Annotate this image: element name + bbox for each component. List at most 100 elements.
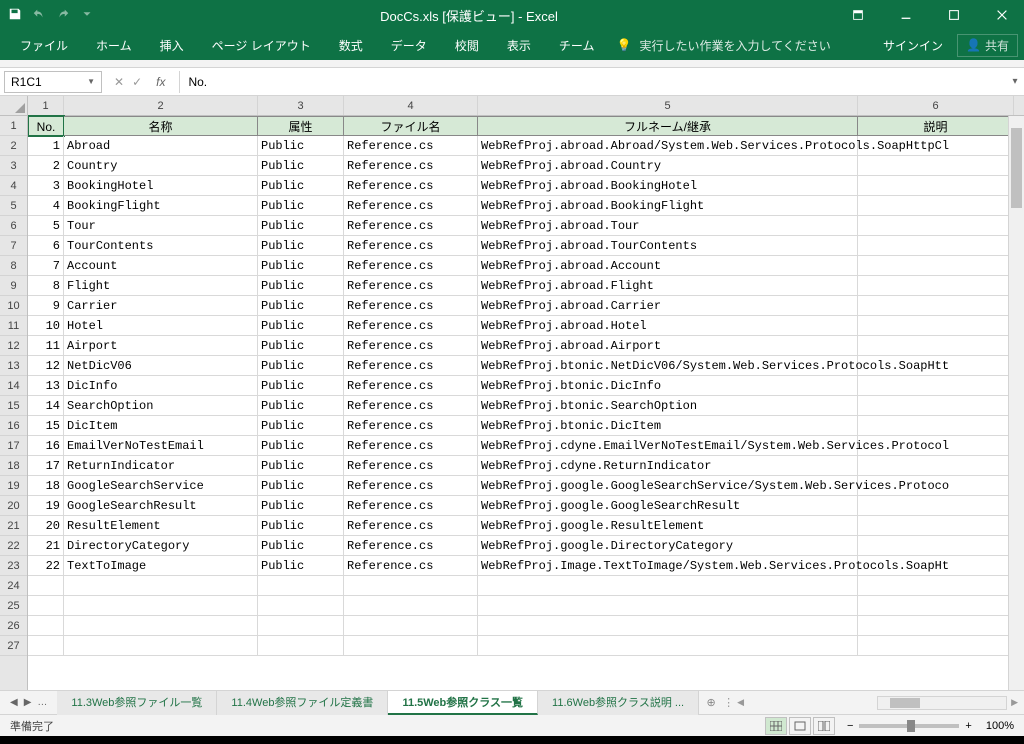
row-header[interactable]: 23 [0,556,27,576]
row-header[interactable]: 5 [0,196,27,216]
scrollbar-thumb[interactable] [890,698,920,708]
cell[interactable]: DirectoryCategory [64,536,258,556]
cell[interactable] [858,356,1014,376]
cell[interactable]: WebRefProj.Image.TextToImage/System.Web.… [478,556,858,576]
cell[interactable]: NetDicV06 [64,356,258,376]
cell[interactable]: WebRefProj.google.DirectoryCategory [478,536,858,556]
cell[interactable]: 10 [28,316,64,336]
cell[interactable]: DicItem [64,416,258,436]
cell[interactable]: 11 [28,336,64,356]
cell[interactable]: WebRefProj.abroad.Tour [478,216,858,236]
cell[interactable]: 8 [28,276,64,296]
cell[interactable] [478,616,858,636]
cell[interactable]: Reference.cs [344,456,478,476]
nav-first-icon[interactable]: ◀ [10,697,18,708]
qat-customize-icon[interactable] [80,7,94,24]
column-header[interactable]: 1 [28,96,64,115]
vertical-scrollbar[interactable] [1008,116,1024,690]
maximize-icon[interactable] [932,0,976,30]
cell[interactable] [858,276,1014,296]
cell[interactable] [478,576,858,596]
name-box[interactable]: R1C1 ▼ [4,71,102,93]
cell[interactable] [258,596,344,616]
ribbon-tab[interactable]: 校閲 [441,30,493,60]
row-header[interactable]: 20 [0,496,27,516]
cell[interactable] [64,636,258,656]
cell[interactable]: Public [258,556,344,576]
ribbon-tab[interactable]: ファイル [6,30,82,60]
row-header[interactable]: 1 [0,116,27,136]
cell[interactable]: TextToImage [64,556,258,576]
cell[interactable] [858,516,1014,536]
cell[interactable]: Public [258,316,344,336]
cell[interactable]: Reference.cs [344,496,478,516]
cell[interactable]: Abroad [64,136,258,156]
row-header[interactable]: 6 [0,216,27,236]
ribbon-tab[interactable]: 挿入 [146,30,198,60]
table-header-cell[interactable]: ファイル名 [344,116,478,136]
table-header-cell[interactable]: No. [28,116,64,136]
cell[interactable] [858,236,1014,256]
cell[interactable]: Reference.cs [344,436,478,456]
cell[interactable]: WebRefProj.btonic.NetDicV06/System.Web.S… [478,356,858,376]
row-header[interactable]: 17 [0,436,27,456]
cell[interactable]: Reference.cs [344,556,478,576]
cell[interactable]: Public [258,196,344,216]
row-header[interactable]: 9 [0,276,27,296]
cell[interactable]: EmailVerNoTestEmail [64,436,258,456]
cell[interactable]: WebRefProj.abroad.Country [478,156,858,176]
cell[interactable] [858,196,1014,216]
cell[interactable]: 22 [28,556,64,576]
cell[interactable]: Reference.cs [344,196,478,216]
sheet-tab[interactable]: 11.6Web参照クラス説明 ... [538,691,699,715]
cell[interactable]: BookingFlight [64,196,258,216]
cell[interactable] [858,596,1014,616]
row-header[interactable]: 22 [0,536,27,556]
cell[interactable] [344,636,478,656]
cell[interactable]: Reference.cs [344,536,478,556]
cell[interactable]: ReturnIndicator [64,456,258,476]
cell[interactable]: Public [258,436,344,456]
normal-view-icon[interactable] [765,717,787,735]
cell[interactable]: Airport [64,336,258,356]
column-header[interactable]: 3 [258,96,344,115]
cell[interactable] [858,136,1014,156]
cell[interactable]: SearchOption [64,396,258,416]
cell[interactable]: WebRefProj.google.GoogleSearchResult [478,496,858,516]
cell[interactable]: Reference.cs [344,396,478,416]
cell[interactable] [858,396,1014,416]
cell[interactable] [858,376,1014,396]
cell[interactable]: Public [258,456,344,476]
cell[interactable] [858,456,1014,476]
zoom-out-button[interactable]: − [847,720,853,732]
cell[interactable]: 9 [28,296,64,316]
cell[interactable] [858,316,1014,336]
cell[interactable]: TourContents [64,236,258,256]
cell[interactable]: Reference.cs [344,236,478,256]
cell[interactable]: Public [258,356,344,376]
row-header[interactable]: 3 [0,156,27,176]
sheet-tab[interactable]: 11.3Web参照ファイル一覧 [57,691,217,715]
cell[interactable]: Public [258,256,344,276]
cell[interactable]: Reference.cs [344,276,478,296]
cell[interactable]: WebRefProj.btonic.DicInfo [478,376,858,396]
cell[interactable] [858,336,1014,356]
cell[interactable]: WebRefProj.abroad.BookingFlight [478,196,858,216]
cell[interactable]: WebRefProj.abroad.TourContents [478,236,858,256]
cell[interactable] [64,596,258,616]
column-header[interactable]: 2 [64,96,258,115]
row-header[interactable]: 11 [0,316,27,336]
cell[interactable]: Public [258,536,344,556]
fx-icon[interactable]: fx [150,75,171,89]
cell[interactable]: Public [258,496,344,516]
zoom-slider[interactable] [859,724,959,728]
hscroll-left-icon[interactable]: ◀ [737,697,744,708]
cell[interactable]: WebRefProj.abroad.Hotel [478,316,858,336]
cell[interactable]: WebRefProj.abroad.Account [478,256,858,276]
row-header[interactable]: 25 [0,596,27,616]
cell[interactable]: Public [258,336,344,356]
page-break-view-icon[interactable] [813,717,835,735]
cell[interactable]: 4 [28,196,64,216]
cell[interactable]: 18 [28,476,64,496]
cell[interactable] [478,636,858,656]
